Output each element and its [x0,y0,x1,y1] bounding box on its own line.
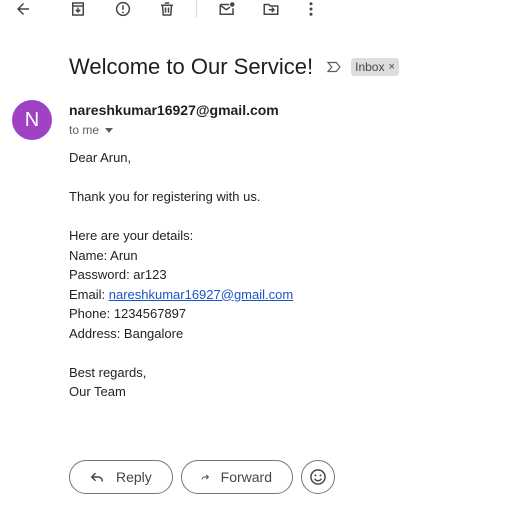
archive-icon[interactable] [69,0,87,18]
message-body: Dear Arun, Thank you for registering wit… [69,148,293,402]
reply-button[interactable]: Reply [69,460,173,494]
report-spam-icon[interactable] [114,0,132,18]
greeting-line: Dear Arun, [69,150,132,165]
forward-button[interactable]: Forward [181,460,293,494]
delete-icon[interactable] [158,0,176,18]
phone-line: Phone: 1234567897 [69,306,187,321]
importance-marker-icon[interactable] [325,58,343,76]
recipient-details-toggle[interactable]: to me [69,123,114,137]
reply-actions: Reply Forward [69,460,335,494]
reply-icon [90,472,103,482]
remove-label-icon[interactable]: × [388,58,394,76]
intro-line: Thank you for registering with us. [69,189,261,204]
signature-line: Our Team [69,384,126,399]
emoji-reaction-button[interactable] [301,460,335,494]
forward-icon [201,474,210,480]
inbox-label-text: Inbox [355,60,385,74]
closing-line: Best regards, [69,364,147,380]
avatar[interactable]: N [12,100,52,140]
sender-email[interactable]: nareshkumar16927@gmail.com [69,102,279,118]
inbox-label-chip: Inbox × [351,58,399,76]
email-link[interactable]: nareshkumar16927@gmail.com [109,287,293,302]
subject-row: Welcome to Our Service! Inbox × [69,52,399,82]
email-subject: Welcome to Our Service! [69,54,314,79]
email-line: Email: nareshkumar16927@gmail.com [69,285,293,305]
chevron-down-icon [105,127,114,133]
message-toolbar [0,0,515,20]
toolbar-divider [196,0,197,18]
reply-label: Reply [116,469,152,485]
email-label: Email: [69,286,109,302]
details-heading: Here are your details: [69,228,194,243]
move-to-icon[interactable] [262,0,280,18]
password-line: Password: ar123 [69,267,167,282]
smiley-icon [310,469,326,485]
mark-unread-icon[interactable] [218,0,236,18]
forward-label: Forward [220,469,272,485]
address-line: Address: Bangalore [69,325,184,341]
name-line: Name: Arun [69,247,138,263]
recipient-label: to me [69,123,100,137]
more-options-icon[interactable] [302,0,320,18]
back-arrow-icon[interactable] [14,0,32,18]
